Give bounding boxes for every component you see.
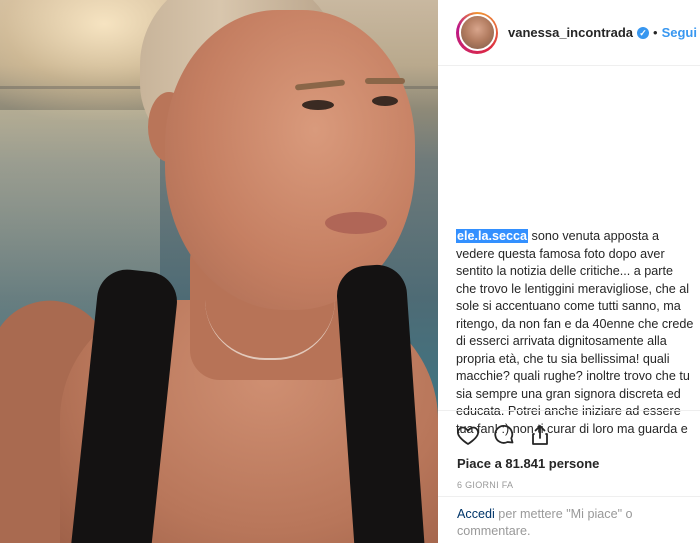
likes-count[interactable]: Piace a 81.841 persone	[457, 456, 599, 471]
post-photo[interactable]	[0, 0, 438, 543]
share-icon[interactable]	[528, 423, 552, 447]
comment-icon[interactable]	[492, 423, 516, 447]
post-username[interactable]: vanessa_incontrada	[508, 25, 633, 40]
eye-left	[302, 100, 334, 110]
post-header: vanessa_incontrada ✓ • Segui	[438, 0, 700, 66]
eyebrow-right	[365, 78, 405, 84]
avatar-story-ring[interactable]	[456, 11, 498, 54]
lips	[325, 212, 387, 234]
action-bar	[456, 423, 552, 447]
comment-username[interactable]: ele.la.secca	[456, 229, 529, 243]
avatar[interactable]	[458, 14, 496, 51]
verified-badge-icon: ✓	[637, 26, 650, 39]
eye-right	[372, 96, 398, 106]
heart-icon[interactable]	[456, 423, 480, 447]
follow-button[interactable]: Segui	[662, 25, 697, 40]
comment-text: sono venuta apposta a vedere questa famo…	[456, 229, 694, 436]
actions-divider	[438, 410, 700, 411]
login-divider	[438, 496, 700, 497]
login-prompt: Accedi per mettere "Mi piace" o commenta…	[457, 506, 687, 540]
comment: ele.la.secca sono venuta apposta a veder…	[456, 228, 694, 438]
login-link[interactable]: Accedi	[457, 507, 495, 521]
header-separator: •	[653, 25, 658, 40]
post-date[interactable]: 6 GIORNI FA	[457, 480, 513, 490]
